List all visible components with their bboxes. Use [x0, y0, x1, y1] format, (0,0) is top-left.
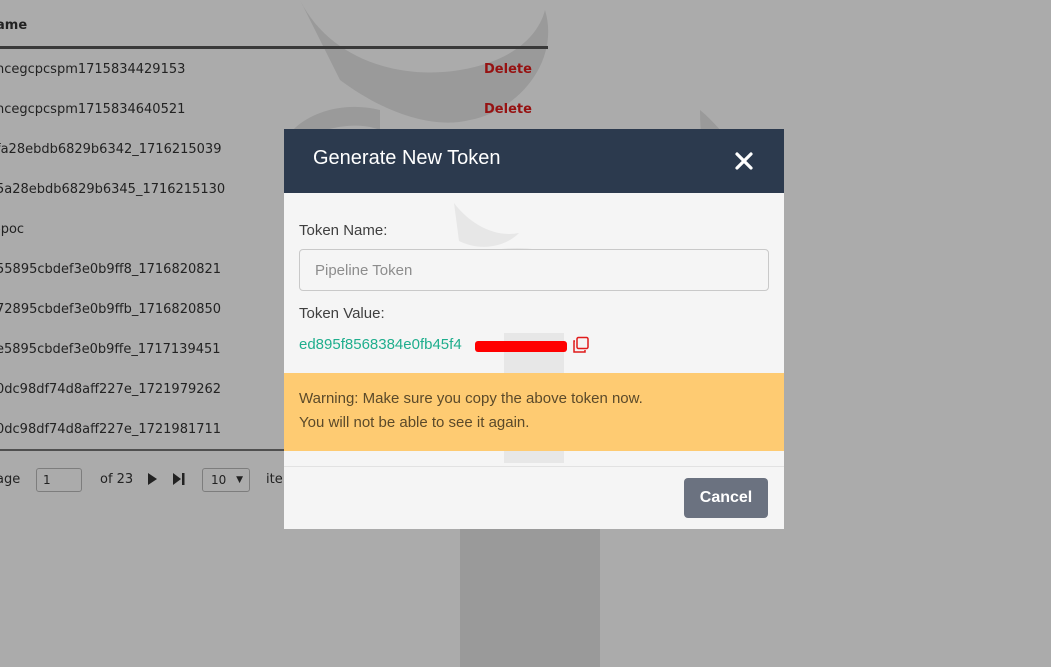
token-name-label: Token Name:: [299, 222, 388, 239]
token-value-text[interactable]: ed895f8568384e0fb45f4: [299, 336, 462, 353]
cancel-button[interactable]: Cancel: [684, 478, 768, 518]
warning-line-2: You will not be able to see it again.: [299, 414, 530, 431]
copy-icon[interactable]: [572, 336, 590, 354]
dialog-title: Generate New Token: [313, 147, 501, 169]
close-icon[interactable]: [732, 149, 756, 173]
dialog-footer-divider: [284, 466, 784, 467]
token-value-label: Token Value:: [299, 305, 385, 322]
generate-token-dialog: Generate New Token Token Name: Token Val…: [284, 129, 784, 529]
token-name-input[interactable]: [299, 249, 769, 291]
redaction-bar: [475, 341, 567, 352]
warning-banner: Warning: Make sure you copy the above to…: [284, 373, 784, 451]
dialog-header: Generate New Token: [284, 129, 784, 193]
warning-line-1: Warning: Make sure you copy the above to…: [299, 390, 643, 407]
